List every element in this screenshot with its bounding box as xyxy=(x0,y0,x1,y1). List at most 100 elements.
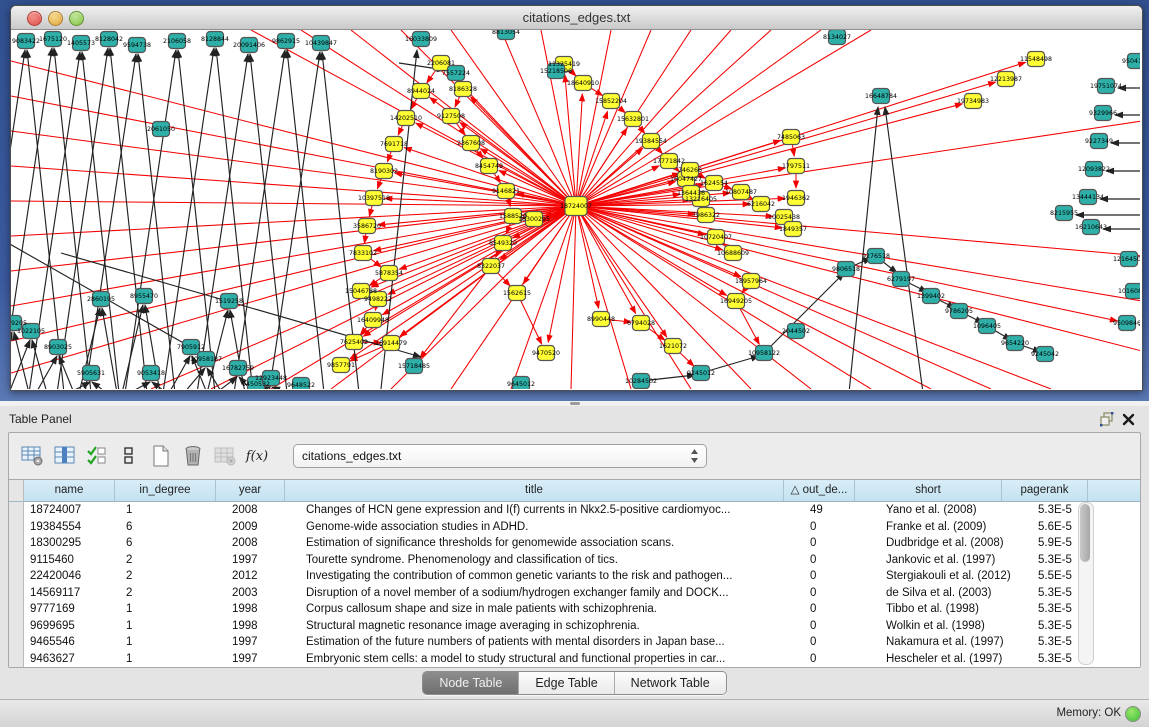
close-panel-icon[interactable] xyxy=(1121,411,1137,427)
table-cell[interactable]: Estimation of the future numbers of pati… xyxy=(300,634,804,651)
table-cell[interactable]: de Silva et al. (2003) xyxy=(880,585,1032,602)
tab-edge-table[interactable]: Edge Table xyxy=(518,672,613,694)
table-mode-button[interactable] xyxy=(19,442,47,470)
show-columns-button[interactable] xyxy=(51,442,79,470)
column-header-title[interactable]: title xyxy=(285,480,784,501)
table-cell[interactable]: Tourette syndrome. Phenomenology and cla… xyxy=(300,552,804,569)
table-cell[interactable]: Jankovic et al. (1997) xyxy=(880,552,1032,569)
table-cell[interactable]: 0 xyxy=(804,585,880,602)
table-cell[interactable]: 9115460 xyxy=(24,552,120,569)
network-canvas[interactable]: 1872400718300295220608189440241420251076… xyxy=(11,30,1142,390)
column-header-pagerank[interactable]: pagerank xyxy=(1002,480,1088,501)
table-cell[interactable]: Structural magnetic resonance image aver… xyxy=(300,618,804,635)
table-row[interactable]: 969969511998Structural magnetic resonanc… xyxy=(9,618,1140,635)
table-cell[interactable]: 0 xyxy=(804,634,880,651)
table-cell[interactable]: 18724007 xyxy=(24,502,120,519)
table-cell[interactable]: Genome-wide association studies in ADHD. xyxy=(300,519,804,536)
scrollbar-thumb[interactable] xyxy=(1080,504,1090,562)
table-row[interactable]: 2242004622012Investigating the contribut… xyxy=(9,568,1140,585)
table-selector-dropdown[interactable]: citations_edges.txt xyxy=(293,444,707,468)
network-window[interactable]: citations_edges.txt 18724007183002952206… xyxy=(10,5,1143,391)
table-cell[interactable]: 1 xyxy=(120,502,226,519)
citation-network-graph[interactable]: 1872400718300295220608189440241420251076… xyxy=(11,30,1140,389)
table-cell[interactable]: 1998 xyxy=(226,618,300,635)
table-cell[interactable]: 1 xyxy=(120,651,226,668)
table-cell[interactable]: 6 xyxy=(120,535,226,552)
table-cell[interactable]: Disruption of a novel member of a sodium… xyxy=(300,585,804,602)
table-cell[interactable]: 2012 xyxy=(226,568,300,585)
column-header-out-de-[interactable]: △ out_de... xyxy=(784,480,855,501)
tab-node-table[interactable]: Node Table xyxy=(423,672,518,694)
table-cell[interactable]: Estimation of significance thresholds fo… xyxy=(300,535,804,552)
vertical-scrollbar[interactable] xyxy=(1078,502,1094,665)
table-cell[interactable]: 49 xyxy=(804,502,880,519)
table-cell[interactable]: 6 xyxy=(120,519,226,536)
table-cell[interactable]: 14569117 xyxy=(24,585,120,602)
table-cell[interactable]: 0 xyxy=(804,535,880,552)
table-cell[interactable]: 1 xyxy=(120,601,226,618)
table-cell[interactable]: 18300295 xyxy=(24,535,120,552)
table-cell[interactable]: Embryonic stem cells: a model to study s… xyxy=(300,651,804,668)
table-cell[interactable]: Yano et al. (2008) xyxy=(880,502,1032,519)
table-cell[interactable]: 9465546 xyxy=(24,634,120,651)
select-columns-button[interactable] xyxy=(83,442,111,470)
table-cell[interactable]: 9777169 xyxy=(24,601,120,618)
function-builder-button[interactable]: f(x) xyxy=(243,442,271,470)
column-header-short[interactable]: short xyxy=(855,480,1002,501)
table-cell[interactable]: Nakamura et al. (1997) xyxy=(880,634,1032,651)
table-row[interactable]: 1938455462009Genome-wide association stu… xyxy=(9,519,1140,536)
table-cell[interactable]: 2 xyxy=(120,585,226,602)
table-row[interactable]: 977716911998Corpus callosum shape and si… xyxy=(9,601,1140,618)
row-height-button[interactable] xyxy=(115,442,143,470)
table-row[interactable]: 946554611997Estimation of the future num… xyxy=(9,634,1140,651)
table-cell[interactable]: 2009 xyxy=(226,519,300,536)
column-header-in-degree[interactable]: in_degree xyxy=(115,480,216,501)
table-cell[interactable]: Franke et al. (2009) xyxy=(880,519,1032,536)
svg-text:7905912: 7905912 xyxy=(177,344,205,351)
table-cell[interactable]: 1997 xyxy=(226,634,300,651)
float-panel-icon[interactable] xyxy=(1099,411,1115,427)
table-cell[interactable]: Changes of HCN gene expression and I(f) … xyxy=(300,502,804,519)
column-header-name[interactable]: name xyxy=(24,480,115,501)
table-cell[interactable]: Hescheler et al. (1997) xyxy=(880,651,1032,668)
delete-columns-button[interactable] xyxy=(179,442,207,470)
table-cell[interactable]: 2 xyxy=(120,568,226,585)
tab-network-table[interactable]: Network Table xyxy=(614,672,726,694)
table-cell[interactable]: 2 xyxy=(120,552,226,569)
table-cell[interactable]: 1998 xyxy=(226,601,300,618)
table-cell[interactable]: 1997 xyxy=(226,552,300,569)
table-cell[interactable]: 2003 xyxy=(226,585,300,602)
table-cell[interactable]: Stergiakouli et al. (2012) xyxy=(880,568,1032,585)
table-cell[interactable]: 19384554 xyxy=(24,519,120,536)
table-cell[interactable]: 0 xyxy=(804,651,880,668)
table-cell[interactable]: 0 xyxy=(804,601,880,618)
table-row[interactable]: 1872400712008Changes of HCN gene express… xyxy=(9,502,1140,519)
table-row[interactable]: 911546021997Tourette syndrome. Phenomeno… xyxy=(9,552,1140,569)
table-cell[interactable]: 0 xyxy=(804,552,880,569)
svg-text:1849357: 1849357 xyxy=(779,226,807,233)
table-cell[interactable]: Dudbridge et al. (2008) xyxy=(880,535,1032,552)
table-cell[interactable]: 2008 xyxy=(226,535,300,552)
svg-text:14202510: 14202510 xyxy=(390,115,422,122)
table-cell[interactable]: 9699695 xyxy=(24,618,120,635)
table-cell[interactable]: 22420046 xyxy=(24,568,120,585)
create-column-button[interactable] xyxy=(147,442,175,470)
table-row[interactable]: 1456911722003Disruption of a novel membe… xyxy=(9,585,1140,602)
table-row[interactable]: 1830029562008Estimation of significance … xyxy=(9,535,1140,552)
splitter-grip-icon[interactable] xyxy=(570,402,580,405)
table-row[interactable]: 946362711997Embryonic stem cells: a mode… xyxy=(9,651,1140,668)
table-cell[interactable]: Tibbo et al. (1998) xyxy=(880,601,1032,618)
column-header-year[interactable]: year xyxy=(216,480,285,501)
table-cell[interactable]: 9463627 xyxy=(24,651,120,668)
network-window-titlebar[interactable]: citations_edges.txt xyxy=(11,6,1142,30)
table-cell[interactable]: 0 xyxy=(804,519,880,536)
table-cell[interactable]: 0 xyxy=(804,568,880,585)
table-cell[interactable]: 1 xyxy=(120,634,226,651)
table-cell[interactable]: 0 xyxy=(804,618,880,635)
table-cell[interactable]: Investigating the contribution of common… xyxy=(300,568,804,585)
table-cell[interactable]: 1 xyxy=(120,618,226,635)
table-cell[interactable]: Corpus callosum shape and size in male p… xyxy=(300,601,804,618)
table-cell[interactable]: 2008 xyxy=(226,502,300,519)
table-cell[interactable]: Wolkin et al. (1998) xyxy=(880,618,1032,635)
table-cell[interactable]: 1997 xyxy=(226,651,300,668)
